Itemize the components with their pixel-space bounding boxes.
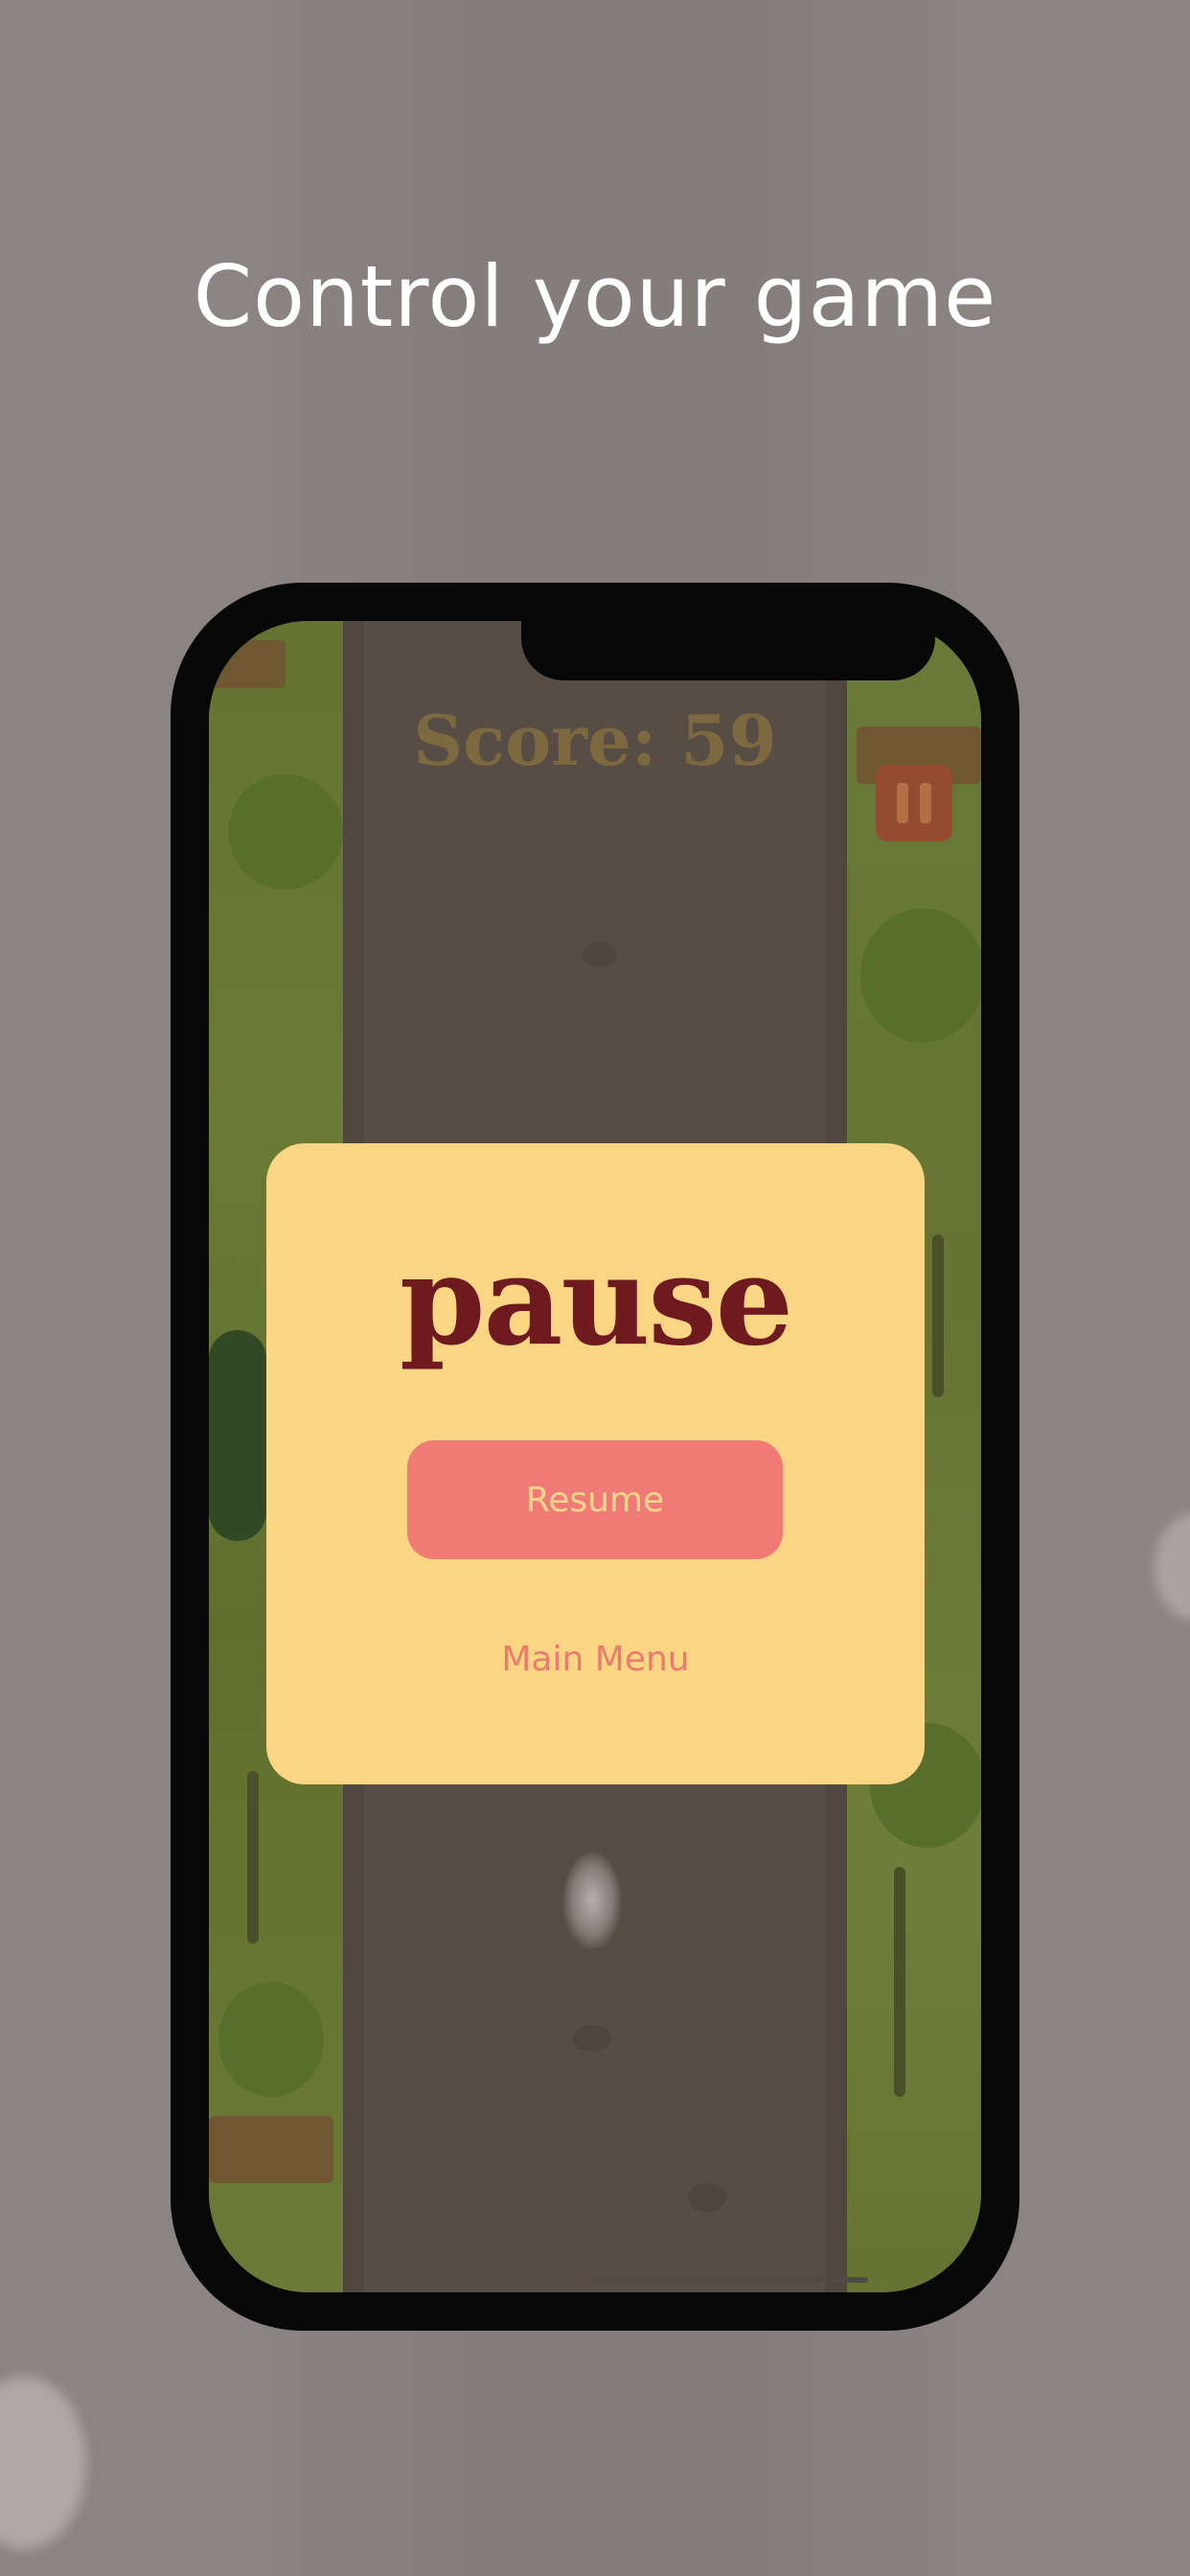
headline: Control your game xyxy=(193,247,997,346)
home-indicator xyxy=(590,2277,868,2283)
phone-notch xyxy=(521,621,935,680)
main-menu-link[interactable]: Main Menu xyxy=(266,1640,925,1679)
pause-modal: pause Resume Main Menu xyxy=(266,1143,925,1784)
background-blob xyxy=(0,2377,86,2549)
pause-title: pause xyxy=(400,1230,793,1373)
background-blob xyxy=(1155,1514,1190,1620)
resume-button[interactable]: Resume xyxy=(407,1440,783,1559)
